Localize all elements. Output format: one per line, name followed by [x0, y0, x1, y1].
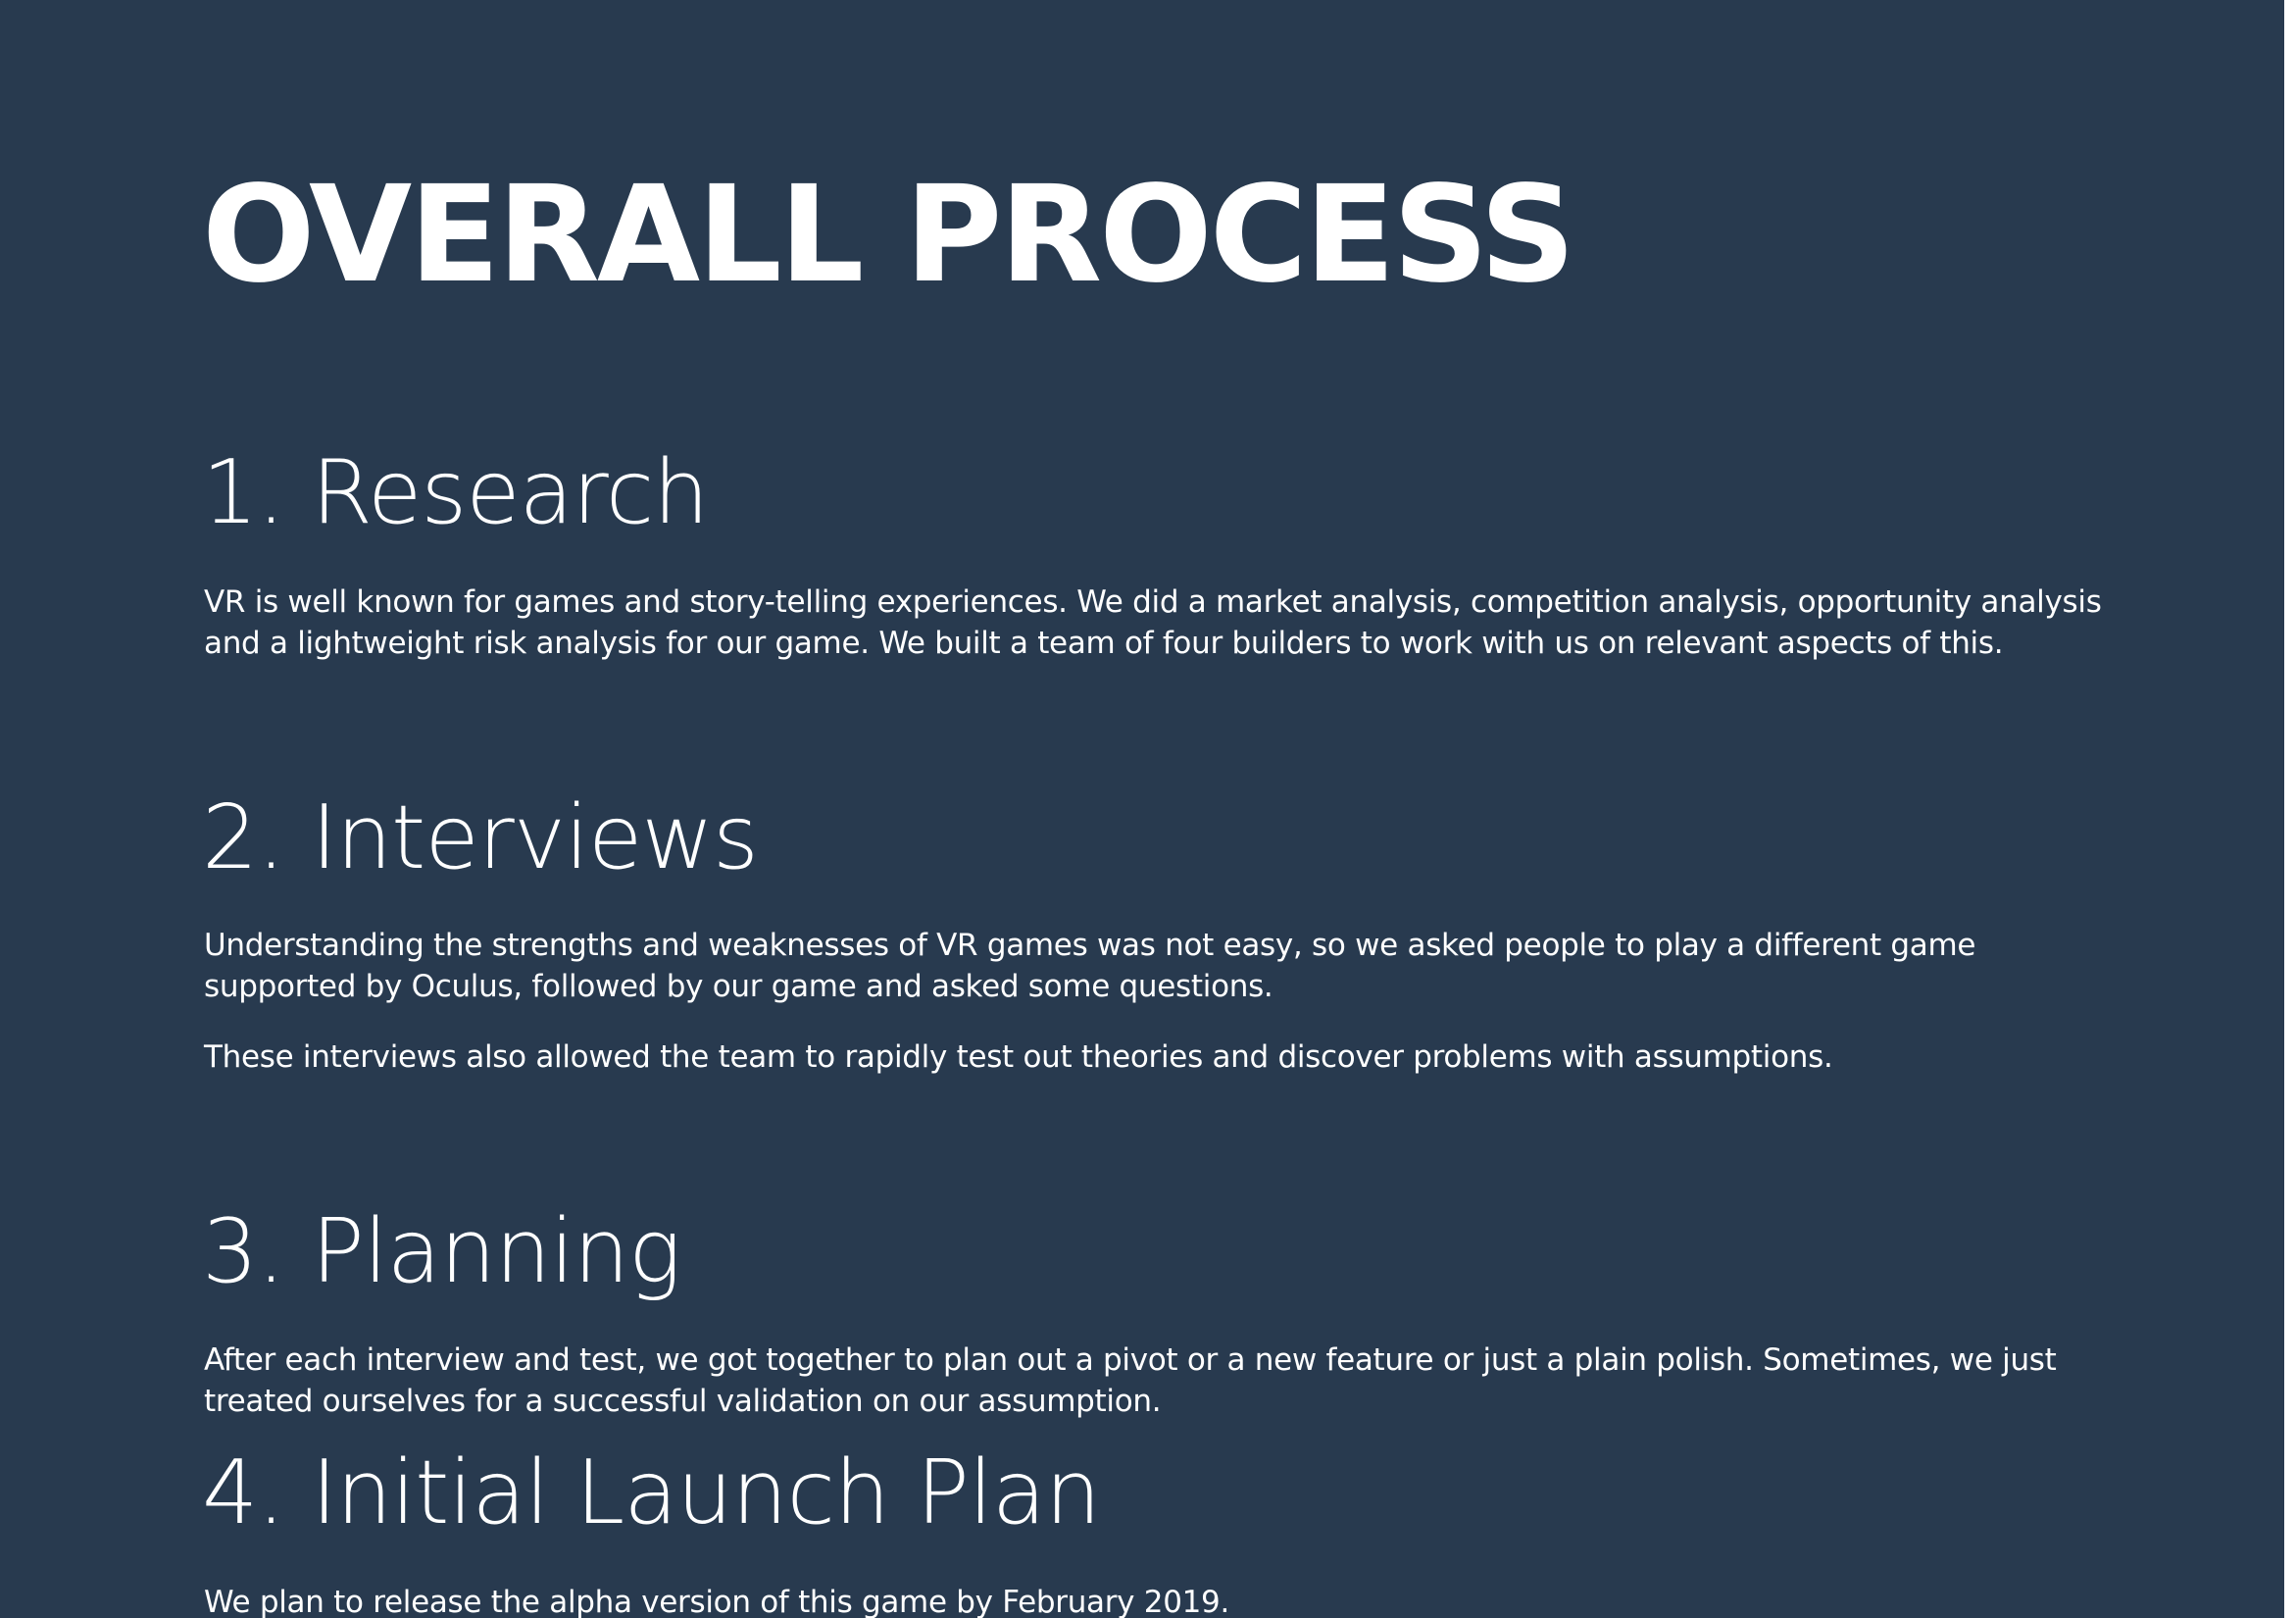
- section-heading-research: 1. Research: [202, 441, 709, 544]
- section-heading-interviews: 2. Interviews: [202, 786, 759, 889]
- section-heading-planning: 3. Planning: [202, 1200, 681, 1303]
- section-paragraph-interviews-2: These interviews also allowed the team t…: [204, 1039, 1833, 1075]
- section-paragraph-research: VR is well known for games and story-tel…: [204, 584, 2102, 661]
- section-heading-launch-plan: 4. Initial Launch Plan: [202, 1441, 1101, 1544]
- page-title: OVERALL PROCESS: [202, 158, 1575, 313]
- section-paragraph-interviews-1: Understanding the strengths and weakness…: [204, 928, 1976, 1004]
- document-page: OVERALL PROCESS 1. Research VR is well k…: [0, 0, 2284, 1618]
- section-paragraph-planning: After each interview and test, we got to…: [204, 1342, 2057, 1419]
- page-edge: [2284, 0, 2296, 1618]
- section-paragraph-launch-plan: We plan to release the alpha version of …: [204, 1585, 1230, 1618]
